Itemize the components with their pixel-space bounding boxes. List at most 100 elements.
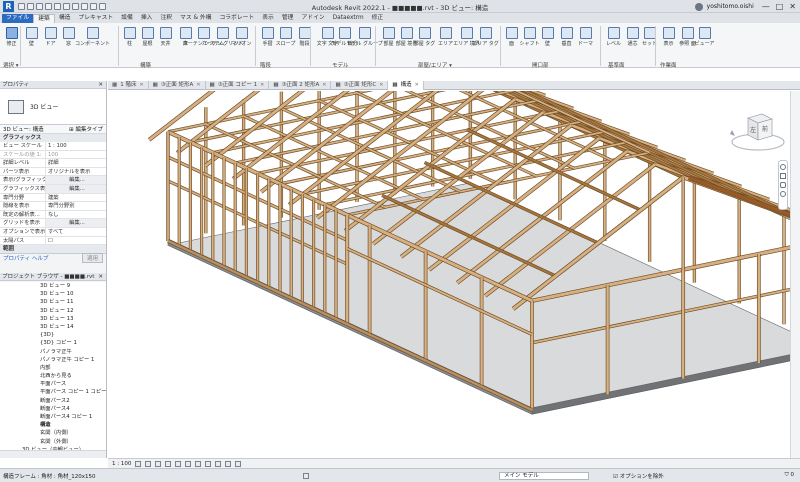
ribbon-button[interactable]: 天井 (157, 27, 174, 47)
group-extents[interactable]: 範囲 (0, 245, 106, 254)
document-tab[interactable]: ▦ ③正面 矩形A ✕ (149, 81, 206, 90)
document-tab[interactable]: ▦ ③正面 コピー 1 ✕ (206, 81, 270, 90)
ribbon-tab[interactable]: 注釈 (156, 14, 176, 23)
browser-item[interactable]: 断面パース4 (0, 405, 106, 413)
orbit-icon[interactable] (780, 191, 786, 197)
ribbon-button[interactable]: 壁 (23, 27, 40, 47)
viewcube-home-icon[interactable] (730, 130, 735, 136)
render-icon[interactable] (175, 460, 182, 467)
ribbon-button[interactable]: エリア タグ (472, 27, 499, 47)
ribbon-button[interactable]: 表示 (660, 27, 677, 47)
browser-item[interactable]: 玄関（内側） (0, 429, 106, 437)
ribbon-button[interactable]: 柱 (121, 27, 138, 47)
property-value[interactable]: なし (45, 210, 106, 219)
ribbon-button[interactable]: 通芯 (624, 27, 641, 47)
ribbon-tab[interactable]: 表示 (258, 14, 278, 23)
browser-item[interactable]: 玄関（外側） (0, 438, 106, 446)
browser-item[interactable]: {3D} (0, 331, 106, 339)
lock-view-icon[interactable] (205, 460, 212, 467)
ribbon-tab[interactable]: マス & 外構 (176, 14, 215, 23)
undo-icon[interactable] (36, 2, 43, 10)
view-instance-row[interactable]: 3D ビュー: 構造 ⊞ 編集タイプ (0, 125, 106, 134)
ribbon-panel-title[interactable]: 構築 (140, 61, 151, 69)
filter-icon[interactable]: ⛉ 0 (785, 472, 794, 479)
property-row[interactable]: パーツ表示 オリジナルを表示 (0, 167, 106, 177)
ribbon-tab[interactable]: 管理 (278, 14, 298, 23)
browser-item[interactable]: パノラマ正午 コピー 1 (0, 356, 106, 364)
document-tab[interactable]: ▦ 構造 ✕ (388, 81, 424, 90)
ribbon-tab[interactable]: 建築 (33, 14, 55, 23)
redo-icon[interactable] (45, 2, 52, 10)
ribbon-panel-title[interactable]: 階段 (260, 61, 271, 69)
show-crop-icon[interactable] (195, 460, 202, 467)
ribbon-tab[interactable]: ファイル (2, 14, 34, 23)
ribbon-button[interactable]: 壁 (539, 27, 556, 47)
ribbon-button[interactable]: 部屋 境界 (396, 27, 417, 47)
browser-item[interactable]: 断面パース4 コピー 1 (0, 413, 106, 421)
design-option-select[interactable]: メイン モデル (499, 471, 589, 480)
steering-wheel-icon[interactable] (780, 164, 786, 170)
pan-icon[interactable] (780, 173, 786, 179)
browser-item[interactable]: {3D} コピー 1 (0, 339, 106, 347)
section-icon[interactable] (90, 2, 97, 10)
ribbon-button[interactable]: 屋根 (139, 27, 156, 47)
property-value[interactable]: すべて (45, 227, 106, 236)
user-name[interactable]: yoshitomo.oishi (707, 3, 754, 10)
ribbon-button[interactable]: ドア (42, 27, 59, 47)
property-value[interactable]: 専門分野別 (45, 202, 106, 210)
viewcube[interactable]: 左 前 (728, 106, 788, 156)
ribbon-panel-title[interactable]: 部屋/エリア ▾ (418, 61, 452, 69)
ribbon-panel-title[interactable]: 選択 ▾ (3, 61, 19, 69)
browser-item[interactable]: 3D ビュー 12 (0, 307, 106, 315)
browser-item[interactable]: 3D ビュー 10 (0, 290, 106, 298)
close-icon[interactable]: ✕ (98, 273, 103, 280)
property-row[interactable]: ビュー スケール 1 : 100 (0, 142, 106, 151)
ribbon-button[interactable]: 部屋 (380, 27, 397, 47)
visual-style-icon[interactable] (145, 460, 152, 467)
zoom-icon[interactable] (780, 182, 786, 188)
worksets-icon[interactable] (303, 472, 309, 479)
minimize-button[interactable]: — (762, 2, 770, 11)
ribbon-button[interactable]: カーテン グリッド (202, 27, 243, 47)
close-tab-icon[interactable]: ✕ (415, 81, 419, 90)
close-tab-icon[interactable]: ✕ (379, 81, 383, 90)
ribbon-button[interactable]: 面 (503, 27, 520, 47)
browser-item[interactable]: パノラマ正午 (0, 348, 106, 356)
browser-item[interactable]: 3D ビュー 14 (0, 323, 106, 331)
property-value[interactable]: 1 : 100 (45, 142, 106, 150)
property-value[interactable]: 編集... (45, 184, 106, 193)
property-value[interactable]: 建築 (45, 193, 106, 202)
ribbon-button[interactable]: 修正 (3, 27, 20, 47)
property-row[interactable]: オプションで表示 すべて (0, 227, 106, 237)
ribbon-panel-title[interactable]: 作業面 (660, 61, 677, 69)
ribbon-button[interactable]: シャフト (520, 27, 540, 47)
temporary-hide-icon[interactable] (215, 460, 222, 467)
property-row[interactable]: 表示/グラフィック...編集... (0, 176, 106, 185)
browser-item[interactable]: 内部 (0, 364, 106, 372)
ribbon-tab[interactable]: アドイン (297, 14, 328, 23)
properties-help-link[interactable]: プロパティ ヘルプ (3, 254, 48, 262)
text-icon[interactable] (72, 2, 79, 10)
close-tab-icon[interactable]: ✕ (139, 81, 143, 90)
3d-view-canvas[interactable] (108, 6, 800, 458)
property-row[interactable]: 既定の解析表... なし (0, 210, 106, 220)
ribbon-button[interactable]: ビューア (695, 27, 714, 47)
ribbon-panel-title[interactable]: 基準面 (608, 61, 625, 69)
property-value[interactable]: オリジナルを表示 (45, 167, 106, 176)
ribbon-tab[interactable]: 設備 (117, 14, 137, 23)
revit-logo-icon[interactable]: R (3, 0, 14, 12)
view-selector[interactable]: 3D ビュー: 構造 (3, 125, 44, 133)
user-avatar[interactable] (694, 2, 703, 11)
print-icon[interactable] (54, 2, 61, 10)
document-tab[interactable]: ▦ ③正面 2 矩形A ✕ (269, 81, 332, 90)
group-graphics[interactable]: グラフィックス (0, 134, 106, 142)
ribbon-button[interactable]: レベル (605, 27, 622, 47)
property-value[interactable]: ☐ (45, 236, 106, 245)
ribbon-panel-title[interactable]: モデル (332, 61, 349, 69)
ribbon-panel-title[interactable]: 開口部 (532, 61, 549, 69)
browser-hscroll[interactable] (0, 450, 106, 458)
3d-view-icon[interactable] (81, 2, 88, 10)
ribbon-button[interactable]: 参照 面 (679, 27, 696, 47)
close-tab-icon[interactable]: ✕ (196, 81, 200, 90)
ribbon-button[interactable]: スロープ (276, 27, 295, 47)
